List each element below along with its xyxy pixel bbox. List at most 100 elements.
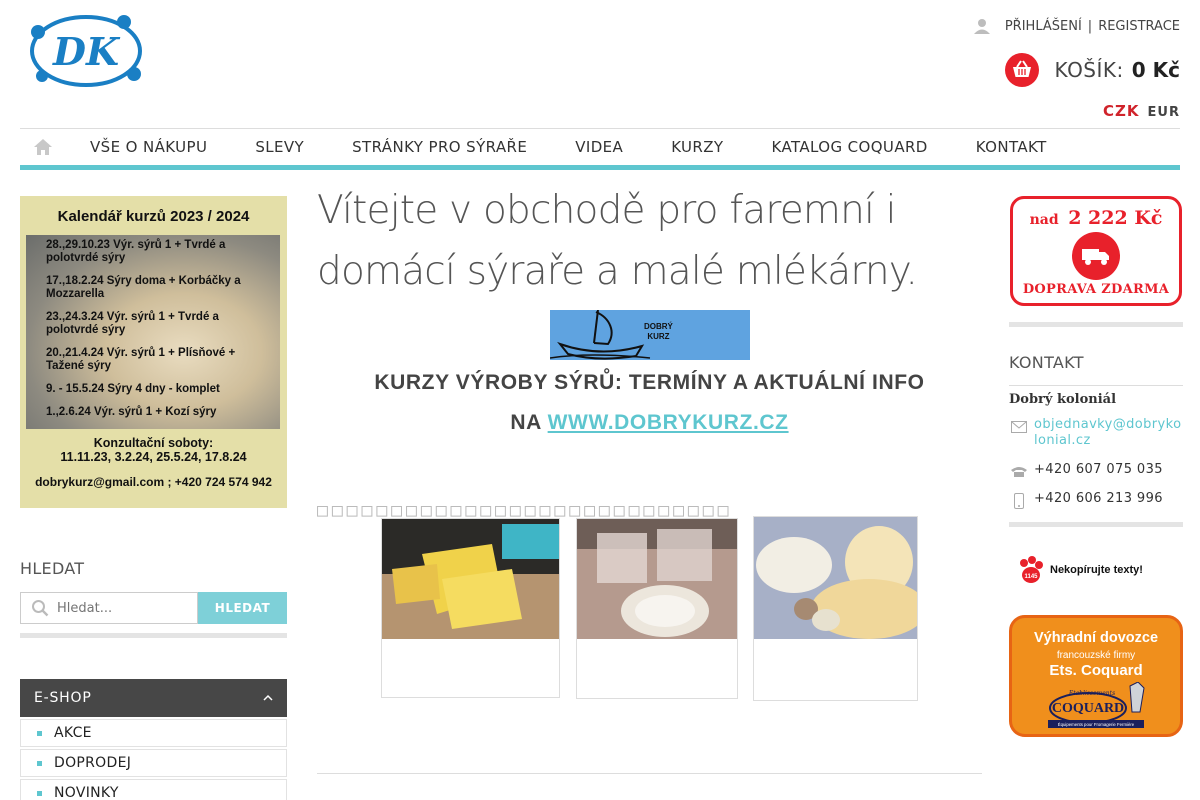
currency-switcher: CZK EUR <box>1103 102 1180 120</box>
contact-email-row: objednavky@dobrykolonial.cz <box>1009 417 1184 449</box>
divider <box>1009 522 1183 527</box>
divider <box>317 773 982 774</box>
nav-item-kontakt[interactable]: KONTAKT <box>952 129 1071 165</box>
cart-label: KOŠÍK: <box>1054 58 1124 82</box>
search-input[interactable] <box>57 600 187 616</box>
nav-item-vse-o-nakupu[interactable]: VŠE O NÁKUPU <box>66 129 231 165</box>
coquard-line3: Ets. Coquard <box>1049 662 1143 679</box>
calendar-line: 20.,21.4.24 Výr. sýrů 1 + Plísňové + Taž… <box>46 347 236 372</box>
paw-badge-text: 1145 <box>1024 574 1038 580</box>
eshop-heading: E-SHOP <box>34 690 92 706</box>
search-heading: HLEDAT <box>20 559 85 578</box>
courses-link-line: NA WWW.DOBRYKURZ.CZ <box>317 411 982 435</box>
calendar-lines: 28.,29.10.23 Výr. sýrů 1 + Tvrdé a polot… <box>46 239 274 429</box>
shipping-threshold: nad 2 222 Kč <box>1013 207 1179 229</box>
mobile-icon <box>1009 491 1029 511</box>
category-label: DOPRODEJ <box>54 755 132 771</box>
cheese-photo: 28.,29.10.23 Výr. sýrů 1 + Tvrdé a polot… <box>26 235 280 429</box>
welcome-heading: Vítejte v obchodě pro faremní i domácí s… <box>317 188 918 294</box>
free-shipping-banner[interactable]: nad 2 222 Kč DOPRAVA ZDARMA <box>1010 196 1182 306</box>
gallery-thumb[interactable] <box>576 518 738 699</box>
main-nav: VŠE O NÁKUPU SLEVY STRÁNKY PRO SÝRAŘE VI… <box>20 128 1180 170</box>
calendar-line: 9. - 15.5.24 Sýry 4 dny - komplet <box>46 383 220 395</box>
divider <box>1009 385 1183 386</box>
nav-item-katalog-coquard[interactable]: KATALOG COQUARD <box>748 129 952 165</box>
search-icon <box>32 600 49 617</box>
nav-item-kurzy[interactable]: KURZY <box>647 129 747 165</box>
contact-phone: +420 607 075 035 <box>1034 462 1163 477</box>
home-icon[interactable] <box>20 129 66 165</box>
category-list: AKCE DOPRODEJ NOVINKY <box>20 719 287 800</box>
coquard-logo: Etablissements COQUARD Équipements pour … <box>1048 682 1145 728</box>
search-form: HLEDAT <box>20 592 287 624</box>
site-logo[interactable]: DK <box>28 10 146 90</box>
search-button[interactable]: HLEDAT <box>198 592 287 624</box>
cart-basket-icon[interactable] <box>1004 53 1039 87</box>
banner-text: DOBRÝ KURZ <box>644 322 673 342</box>
nav-item-slevy[interactable]: SLEVY <box>231 129 328 165</box>
calendar-line: 23.,24.3.24 Výr. sýrů 1 + Tvrdé a polotv… <box>46 311 219 336</box>
cheese-molds-photo <box>577 519 737 639</box>
mail-icon <box>1009 417 1029 437</box>
coquard-importer-banner[interactable]: Výhradní dovozce francouzské firmy Ets. … <box>1009 615 1183 737</box>
login-link[interactable]: PŘIHLÁŠENÍ <box>1005 19 1082 34</box>
banner-text-1: DOBRÝ <box>644 322 673 331</box>
currency-eur[interactable]: EUR <box>1148 105 1180 120</box>
courses-link-prefix: NA <box>510 411 542 434</box>
eshop-category-header[interactable]: E-SHOP <box>20 679 287 717</box>
nav-item-videa[interactable]: VIDEA <box>551 129 647 165</box>
calendar-line: 17.,18.2.24 Sýry doma + Korbáčky a Mozza… <box>46 275 241 300</box>
register-link[interactable]: REGISTRACE <box>1098 19 1180 34</box>
coquard-logo-tagline: Équipements pour Fromagerie Fermière <box>1058 722 1135 727</box>
divider <box>20 633 287 638</box>
category-label: NOVINKY <box>54 785 119 800</box>
calendar-contact: dobrykurz@gmail.com ; +420 724 574 942 <box>35 475 272 489</box>
coquard-line1: Výhradní dovozce <box>1033 630 1159 646</box>
course-calendar-banner[interactable]: Kalendář kurzů 2023 / 2024 28.,29.10.23 … <box>20 196 287 508</box>
nav-item-stranky-pro-syrare[interactable]: STRÁNKY PRO SÝRAŘE <box>328 129 551 165</box>
bullet-icon <box>37 730 42 736</box>
consultation-saturdays: Konzultační soboty: 11.11.23, 3.2.24, 25… <box>20 436 287 464</box>
cheese-wedges-photo <box>382 519 559 639</box>
search-box[interactable] <box>20 592 198 624</box>
dobrykurz-link[interactable]: WWW.DOBRYKURZ.CZ <box>548 411 789 434</box>
contact-mobile: +420 606 213 996 <box>1034 491 1163 506</box>
cart[interactable]: KOŠÍK: 0 Kč <box>1004 53 1180 87</box>
category-item-doprodej[interactable]: DOPRODEJ <box>20 749 287 777</box>
shipping-label: DOPRAVA ZDARMA <box>1022 282 1170 297</box>
dobry-kurz-banner[interactable]: DOBRÝ KURZ <box>550 310 750 360</box>
cheese-plate-photo <box>754 517 917 639</box>
shipping-amount: 2 222 Kč <box>1068 207 1163 229</box>
coquard-logo-big: COQUARD <box>1052 701 1124 716</box>
courses-headline: KURZY VÝROBY SÝRŮ: TERMÍNY A AKTUÁLNÍ IN… <box>374 371 925 394</box>
cart-total: 0 Kč <box>1131 58 1180 82</box>
gallery-thumb[interactable] <box>753 516 918 701</box>
logo-text: DK <box>52 29 121 74</box>
account-links: PŘIHLÁŠENÍ | REGISTRACE <box>973 17 1180 35</box>
calendar-title: Kalendář kurzů 2023 / 2024 <box>57 208 250 225</box>
gallery-thumb[interactable] <box>381 518 560 698</box>
contact-phone-row: +420 607 075 035 <box>1009 462 1163 482</box>
no-copy-badge: 1145 Nekopírujte texty! <box>1016 555 1143 585</box>
saturdays-title: Konzultační soboty: <box>93 436 214 450</box>
chevron-up-icon[interactable] <box>263 694 273 702</box>
company-name: Dobrý koloniál <box>1009 392 1117 407</box>
currency-czk[interactable]: CZK <box>1103 102 1140 120</box>
user-icon <box>973 19 990 34</box>
no-copy-text: Nekopírujte texty! <box>1050 564 1143 576</box>
coquard-logo-small: Etablissements <box>1068 690 1115 697</box>
bullet-icon <box>37 760 42 766</box>
category-item-novinky[interactable]: NOVINKY <box>20 779 287 800</box>
paw-icon: 1145 <box>1020 556 1043 583</box>
phone-icon <box>1009 462 1029 482</box>
divider <box>1009 322 1183 327</box>
banner-text-2: KURZ <box>647 332 670 341</box>
contact-heading: KONTAKT <box>1009 353 1084 372</box>
saturdays-dates: 11.11.23, 3.2.24, 25.5.24, 17.8.24 <box>60 450 247 464</box>
calendar-line: 28.,29.10.23 Výr. sýrů 1 + Tvrdé a polot… <box>46 239 226 264</box>
contact-email[interactable]: objednavky@dobrykolonial.cz <box>1034 417 1184 449</box>
category-item-akce[interactable]: AKCE <box>20 719 287 747</box>
truck-icon <box>1072 232 1120 280</box>
shipping-prefix: nad <box>1029 212 1059 228</box>
calendar-line: 1.,2.6.24 Výr. sýrů 1 + Kozí sýry <box>46 406 217 418</box>
